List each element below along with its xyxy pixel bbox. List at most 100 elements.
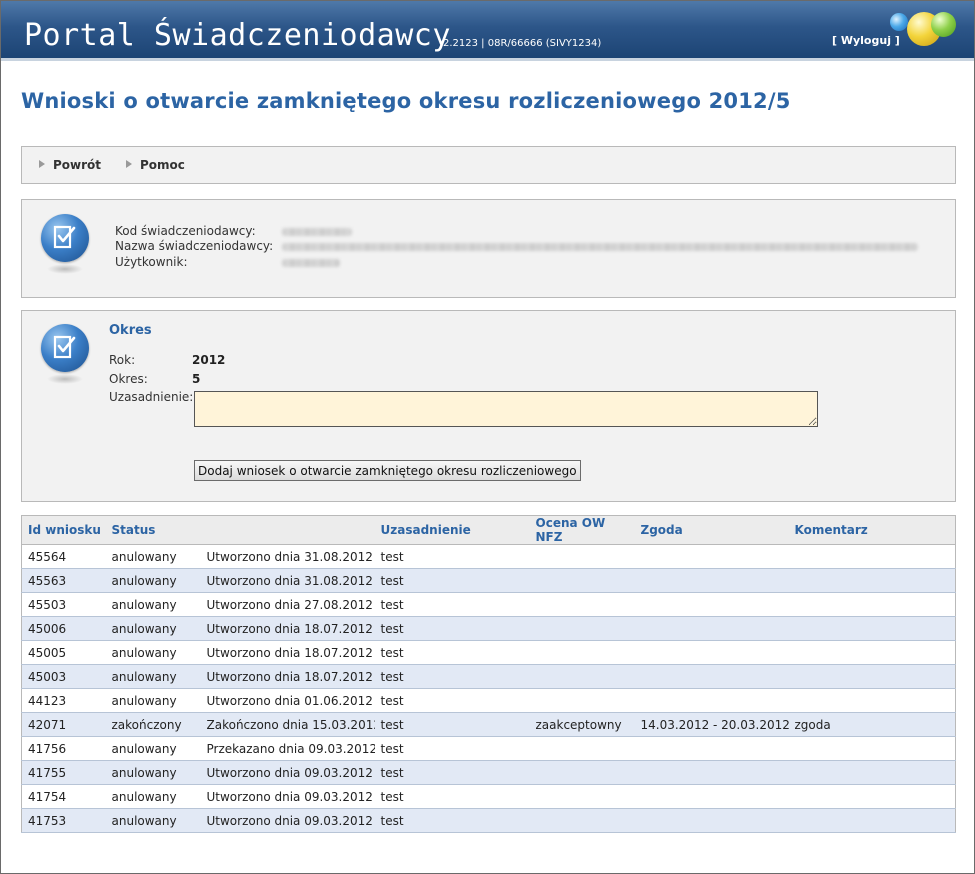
- table-cell-event: Przekazano dnia 09.03.2012: [200, 736, 375, 761]
- table-cell-consent: [634, 568, 789, 593]
- table-cell-status: anulowany: [105, 568, 201, 593]
- column-header-reason[interactable]: Uzasadnienie: [374, 515, 530, 545]
- table-cell-nfz-rating: [529, 760, 635, 785]
- table-row[interactable]: 45564 anulowany Utworzono dnia 31.08.2012 t…: [21, 544, 956, 569]
- table-row[interactable]: 41753 anulowany Utworzono dnia 09.03.2012 t…: [21, 808, 956, 833]
- arrow-right-icon: [126, 160, 132, 168]
- table-cell-consent: [634, 616, 789, 641]
- column-header-consent[interactable]: Zgoda: [634, 515, 789, 545]
- table-cell-event: Utworzono dnia 09.03.2012: [200, 760, 375, 785]
- table-cell-event: Utworzono dnia 01.06.2012: [200, 688, 375, 713]
- table-row[interactable]: 42071 zakończony Zakończono dnia 15.03.201…: [21, 712, 956, 737]
- table-cell-status: zakończony: [105, 712, 201, 737]
- add-request-button[interactable]: Dodaj wniosek o otwarcie zamkniętego okr…: [194, 460, 581, 481]
- table-cell-event: Utworzono dnia 18.07.2012: [200, 616, 375, 641]
- column-header-event[interactable]: [200, 515, 375, 545]
- table-cell-event: Zakończono dnia 15.03.2012: [200, 712, 375, 737]
- table-row[interactable]: 45503 anulowany Utworzono dnia 27.08.2012 t…: [21, 592, 956, 617]
- table-cell-id: 41754: [21, 784, 106, 809]
- table-cell-comment: [788, 568, 956, 593]
- table-cell-consent: 14.03.2012 - 20.03.2012: [634, 712, 789, 737]
- redacted-provider-name: [282, 243, 918, 251]
- back-link[interactable]: Powrót: [39, 158, 101, 172]
- table-cell-status: anulowany: [105, 616, 201, 641]
- table-cell-status: anulowany: [105, 664, 201, 689]
- period-value: 5: [192, 372, 201, 386]
- requests-table: Id wniosku Status Uzasadnienie Ocena OW NFZ…: [21, 515, 956, 833]
- year-label: Rok:: [109, 353, 136, 367]
- table-cell-event: Utworzono dnia 18.07.2012: [200, 640, 375, 665]
- table-cell-consent: [634, 640, 789, 665]
- table-cell-nfz-rating: [529, 736, 635, 761]
- table-cell-consent: [634, 760, 789, 785]
- table-cell-consent: [634, 592, 789, 617]
- table-cell-id: 41755: [21, 760, 106, 785]
- table-cell-nfz-rating: [529, 808, 635, 833]
- help-link-label: Pomoc: [140, 158, 185, 172]
- table-cell-reason: test: [374, 616, 530, 641]
- app-version: 2.2123 | 08R/66666 (SIVY1234): [443, 38, 602, 49]
- table-cell-reason: test: [374, 760, 530, 785]
- table-cell-nfz-rating: zaakceptowny: [529, 712, 635, 737]
- table-cell-id: 45564: [21, 544, 106, 569]
- table-cell-reason: test: [374, 544, 530, 569]
- period-panel: Okres Rok: 2012 Okres: 5 Uzasadnienie: D…: [21, 310, 956, 502]
- table-row[interactable]: 41754 anulowany Utworzono dnia 09.03.2012 t…: [21, 784, 956, 809]
- table-cell-reason: test: [374, 568, 530, 593]
- period-section-title: Okres: [109, 323, 152, 338]
- year-value: 2012: [192, 353, 226, 367]
- table-row[interactable]: 45003 anulowany Utworzono dnia 18.07.2012 t…: [21, 664, 956, 689]
- green-bubble-icon: [931, 12, 956, 37]
- column-header-nfz-rating[interactable]: Ocena OW NFZ: [529, 515, 635, 545]
- help-link[interactable]: Pomoc: [126, 158, 185, 172]
- period-label: Okres:: [109, 372, 148, 386]
- table-cell-status: anulowany: [105, 760, 201, 785]
- table-cell-comment: zgoda: [788, 712, 956, 737]
- table-cell-comment: [788, 736, 956, 761]
- table-cell-status: anulowany: [105, 808, 201, 833]
- table-cell-event: Utworzono dnia 18.07.2012: [200, 664, 375, 689]
- table-cell-nfz-rating: [529, 544, 635, 569]
- table-cell-comment: [788, 640, 956, 665]
- table-cell-id: 45503: [21, 592, 106, 617]
- table-cell-id: 44123: [21, 688, 106, 713]
- table-row[interactable]: 45006 anulowany Utworzono dnia 18.07.2012 t…: [21, 616, 956, 641]
- column-header-comment[interactable]: Komentarz: [788, 515, 956, 545]
- table-cell-status: anulowany: [105, 688, 201, 713]
- app-title: Portal Świadczeniodawcy: [24, 18, 451, 53]
- user-label: Użytkownik:: [115, 255, 188, 269]
- table-row[interactable]: 41756 anulowany Przekazano dnia 09.03.2012…: [21, 736, 956, 761]
- table-cell-comment: [788, 616, 956, 641]
- provider-name-label: Nazwa świadczeniodawcy:: [115, 239, 274, 253]
- logo-bubbles-icon: [885, 7, 965, 55]
- table-row[interactable]: 44123 anulowany Utworzono dnia 01.06.2012 t…: [21, 688, 956, 713]
- reason-textarea[interactable]: [194, 391, 818, 427]
- redacted-provider-code: [282, 228, 352, 236]
- table-cell-event: Utworzono dnia 27.08.2012: [200, 592, 375, 617]
- table-cell-event: Utworzono dnia 31.08.2012: [200, 544, 375, 569]
- table-cell-nfz-rating: [529, 592, 635, 617]
- table-cell-reason: test: [374, 784, 530, 809]
- column-header-id[interactable]: Id wniosku: [21, 515, 106, 545]
- table-cell-nfz-rating: [529, 568, 635, 593]
- table-row[interactable]: 45563 anulowany Utworzono dnia 31.08.2012 t…: [21, 568, 956, 593]
- table-cell-reason: test: [374, 808, 530, 833]
- table-cell-reason: test: [374, 592, 530, 617]
- table-cell-status: anulowany: [105, 784, 201, 809]
- table-cell-event: Utworzono dnia 09.03.2012: [200, 808, 375, 833]
- table-cell-consent: [634, 664, 789, 689]
- column-header-status[interactable]: Status: [105, 515, 201, 545]
- table-row[interactable]: 41755 anulowany Utworzono dnia 09.03.2012 t…: [21, 760, 956, 785]
- table-cell-comment: [788, 688, 956, 713]
- table-cell-status: anulowany: [105, 544, 201, 569]
- table-cell-nfz-rating: [529, 664, 635, 689]
- table-cell-id: 41756: [21, 736, 106, 761]
- table-cell-comment: [788, 544, 956, 569]
- table-cell-id: 42071: [21, 712, 106, 737]
- table-cell-event: Utworzono dnia 09.03.2012: [200, 784, 375, 809]
- table-cell-nfz-rating: [529, 640, 635, 665]
- requests-table-container: Id wniosku Status Uzasadnienie Ocena OW NFZ…: [21, 515, 956, 833]
- table-cell-status: anulowany: [105, 736, 201, 761]
- table-cell-comment: [788, 664, 956, 689]
- table-row[interactable]: 45005 anulowany Utworzono dnia 18.07.2012 t…: [21, 640, 956, 665]
